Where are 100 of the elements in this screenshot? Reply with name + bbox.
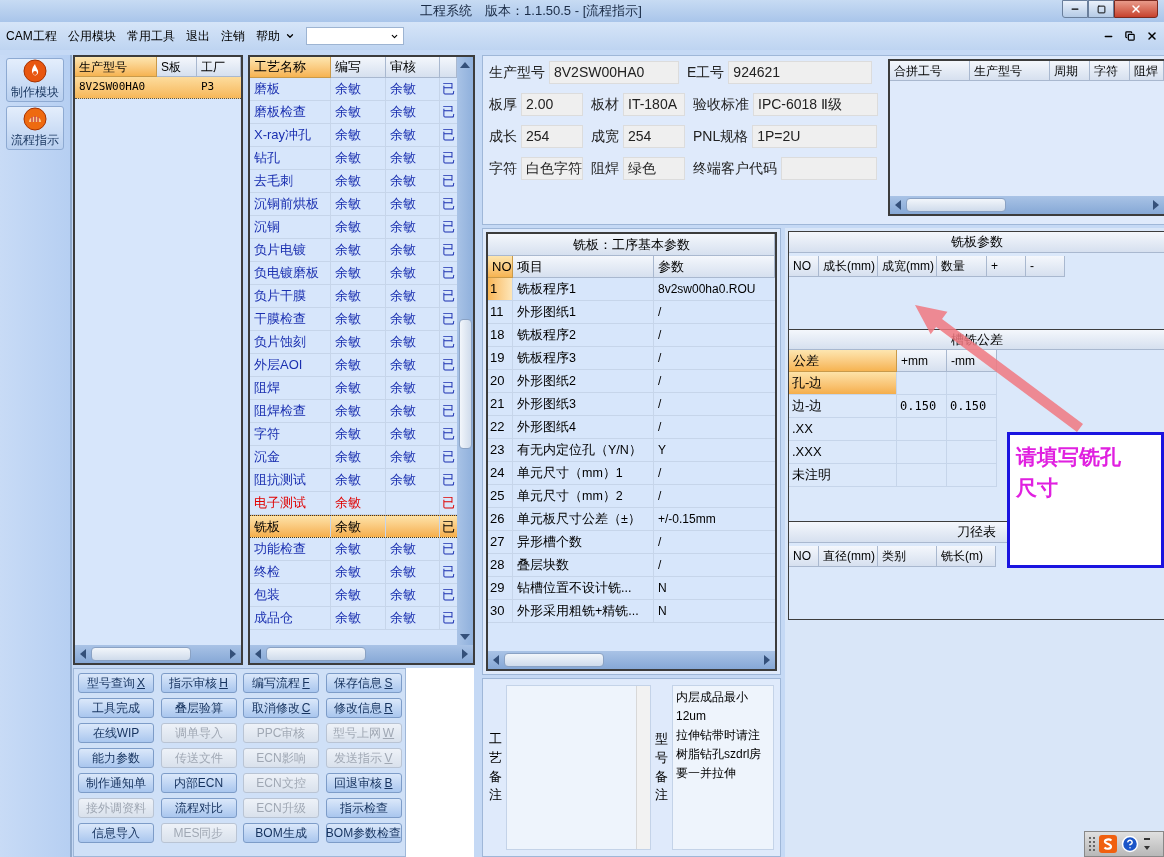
column-header[interactable]: 字符 bbox=[1090, 61, 1130, 81]
text-field[interactable]: 1P=2U bbox=[752, 125, 878, 148]
scroll-thumb[interactable] bbox=[906, 198, 1006, 212]
text-field[interactable]: 924621 bbox=[728, 61, 873, 84]
action-button[interactable]: 编写流程 F bbox=[243, 673, 319, 693]
scroll-thumb[interactable] bbox=[91, 647, 191, 661]
row-number[interactable]: 26 bbox=[488, 508, 513, 530]
column-header[interactable]: NO bbox=[789, 546, 819, 567]
menu-item[interactable]: CAM工程 bbox=[6, 27, 57, 45]
action-button[interactable]: 取消修改 C bbox=[243, 698, 319, 718]
text-field[interactable]: 2.00 bbox=[521, 93, 583, 116]
action-button[interactable]: 指示检查 bbox=[325, 798, 402, 818]
scroll-thumb[interactable] bbox=[504, 653, 604, 667]
column-header[interactable]: S板 bbox=[157, 57, 197, 77]
action-button[interactable]: 内部ECN bbox=[160, 773, 237, 793]
process-row[interactable]: 负片干膜 余敏 余敏 已 bbox=[250, 285, 457, 308]
column-header[interactable]: NO bbox=[488, 256, 513, 278]
column-header[interactable]: 公差 bbox=[789, 350, 897, 372]
process-row[interactable]: 去毛刺 余敏 余敏 已 bbox=[250, 170, 457, 193]
column-header[interactable]: 铣长(m) bbox=[937, 546, 996, 567]
row-number[interactable]: 1 bbox=[488, 278, 513, 300]
row-number[interactable]: 30 bbox=[488, 600, 513, 622]
scroll-right-icon[interactable] bbox=[1152, 200, 1160, 210]
column-header[interactable]: + bbox=[987, 256, 1026, 277]
horizontal-scrollbar[interactable] bbox=[890, 196, 1164, 214]
row-number[interactable]: 19 bbox=[488, 347, 513, 369]
process-row[interactable]: 外层AOI 余敏 余敏 已 bbox=[250, 354, 457, 377]
row-number[interactable]: 28 bbox=[488, 554, 513, 576]
process-row[interactable]: 沉铜 余敏 余敏 已 bbox=[250, 216, 457, 239]
mdi-restore-icon[interactable] bbox=[1125, 31, 1135, 41]
process-row[interactable]: 沉金 余敏 余敏 已 bbox=[250, 446, 457, 469]
column-header[interactable]: 直径(mm) bbox=[819, 546, 878, 567]
tray-menu-icon[interactable] bbox=[1143, 836, 1151, 852]
column-header[interactable]: +mm bbox=[897, 350, 947, 372]
module-button[interactable]: 流程指示 bbox=[6, 106, 64, 150]
process-row[interactable]: 阻抗测试 余敏 余敏 已 bbox=[250, 469, 457, 492]
column-header[interactable]: 阻焊 bbox=[1130, 61, 1164, 81]
row-number[interactable]: 25 bbox=[488, 485, 513, 507]
column-header[interactable]: 生产型号 bbox=[75, 57, 157, 77]
action-button[interactable]: 修改信息 R bbox=[325, 698, 402, 718]
process-row[interactable]: 负片蚀刻 余敏 余敏 已 bbox=[250, 331, 457, 354]
menu-item[interactable]: 帮助 bbox=[255, 27, 280, 45]
process-row[interactable]: 负片电镀 余敏 余敏 已 bbox=[250, 239, 457, 262]
action-button[interactable]: 制作通知单 bbox=[78, 773, 154, 793]
row-number[interactable]: 29 bbox=[488, 577, 513, 599]
menu-item[interactable]: 注销 bbox=[220, 27, 245, 45]
minimize-button[interactable] bbox=[1062, 0, 1088, 18]
text-field[interactable]: 白色字符 bbox=[521, 157, 583, 180]
action-button[interactable]: 在线WIP bbox=[78, 723, 154, 743]
column-header[interactable]: 类别 bbox=[878, 546, 937, 567]
horizontal-scrollbar[interactable] bbox=[75, 645, 241, 663]
row-number[interactable]: 18 bbox=[488, 324, 513, 346]
column-header[interactable]: 审核 bbox=[386, 57, 440, 78]
process-row[interactable]: 成品仓 余敏 余敏 已 bbox=[250, 607, 457, 630]
action-button[interactable]: 指示审核 H bbox=[160, 673, 237, 693]
table-cell[interactable]: 边-边 bbox=[789, 395, 897, 418]
column-header[interactable]: 参数 bbox=[654, 256, 775, 278]
column-header[interactable]: 周期 bbox=[1050, 61, 1090, 81]
process-row[interactable]: 沉铜前烘板 余敏 余敏 已 bbox=[250, 193, 457, 216]
process-row[interactable]: 阻焊 余敏 余敏 已 bbox=[250, 377, 457, 400]
process-row[interactable]: X-ray冲孔 余敏 余敏 已 bbox=[250, 124, 457, 147]
help-icon[interactable] bbox=[1121, 835, 1139, 853]
table-cell[interactable]: 未注明 bbox=[789, 464, 897, 487]
scroll-thumb[interactable] bbox=[266, 647, 366, 661]
column-header[interactable]: 数量 bbox=[937, 256, 987, 277]
action-button[interactable]: 回退审核 B bbox=[325, 773, 402, 793]
table-cell[interactable]: .XXX bbox=[789, 441, 897, 464]
action-button[interactable]: BOM生成 bbox=[243, 823, 319, 843]
column-header[interactable]: 成长(mm) bbox=[819, 256, 878, 277]
menu-item[interactable]: 退出 bbox=[185, 27, 210, 45]
scroll-thumb[interactable] bbox=[458, 319, 472, 449]
close-button[interactable] bbox=[1114, 0, 1158, 18]
scroll-left-icon[interactable] bbox=[79, 649, 87, 659]
mdi-close-icon[interactable] bbox=[1146, 30, 1158, 42]
scroll-up-icon[interactable] bbox=[460, 61, 470, 69]
table-cell[interactable]: .XX bbox=[789, 418, 897, 441]
text-field[interactable]: IT-180A bbox=[623, 93, 685, 116]
scroll-left-icon[interactable] bbox=[894, 200, 902, 210]
scroll-down-icon[interactable] bbox=[460, 633, 470, 641]
row-number[interactable]: 20 bbox=[488, 370, 513, 392]
maximize-button[interactable] bbox=[1088, 0, 1114, 18]
action-button[interactable]: 信息导入 bbox=[78, 823, 154, 843]
process-row[interactable]: 干膜检查 余敏 余敏 已 bbox=[250, 308, 457, 331]
column-header[interactable]: 成宽(mm) bbox=[878, 256, 937, 277]
column-header[interactable]: 编写 bbox=[331, 57, 386, 78]
process-row[interactable]: 铣板 余敏 已 bbox=[250, 515, 457, 538]
process-row[interactable]: 磨板检查 余敏 余敏 已 bbox=[250, 101, 457, 124]
column-header[interactable]: 工厂 bbox=[197, 57, 241, 77]
input-method-icon[interactable] bbox=[1099, 835, 1117, 853]
row-number[interactable]: 22 bbox=[488, 416, 513, 438]
action-button[interactable]: 型号查询 X bbox=[78, 673, 154, 693]
action-button[interactable]: 叠层验算 bbox=[160, 698, 237, 718]
horizontal-scrollbar[interactable] bbox=[250, 645, 473, 663]
process-row[interactable]: 负电镀磨板 余敏 余敏 已 bbox=[250, 262, 457, 285]
row-number[interactable]: 23 bbox=[488, 439, 513, 461]
process-row[interactable]: 阻焊检查 余敏 余敏 已 bbox=[250, 400, 457, 423]
scroll-left-icon[interactable] bbox=[254, 649, 262, 659]
column-header[interactable]: 项目 bbox=[513, 256, 654, 278]
menu-item[interactable]: 常用工具 bbox=[126, 27, 175, 45]
row-number[interactable]: 11 bbox=[488, 301, 513, 323]
